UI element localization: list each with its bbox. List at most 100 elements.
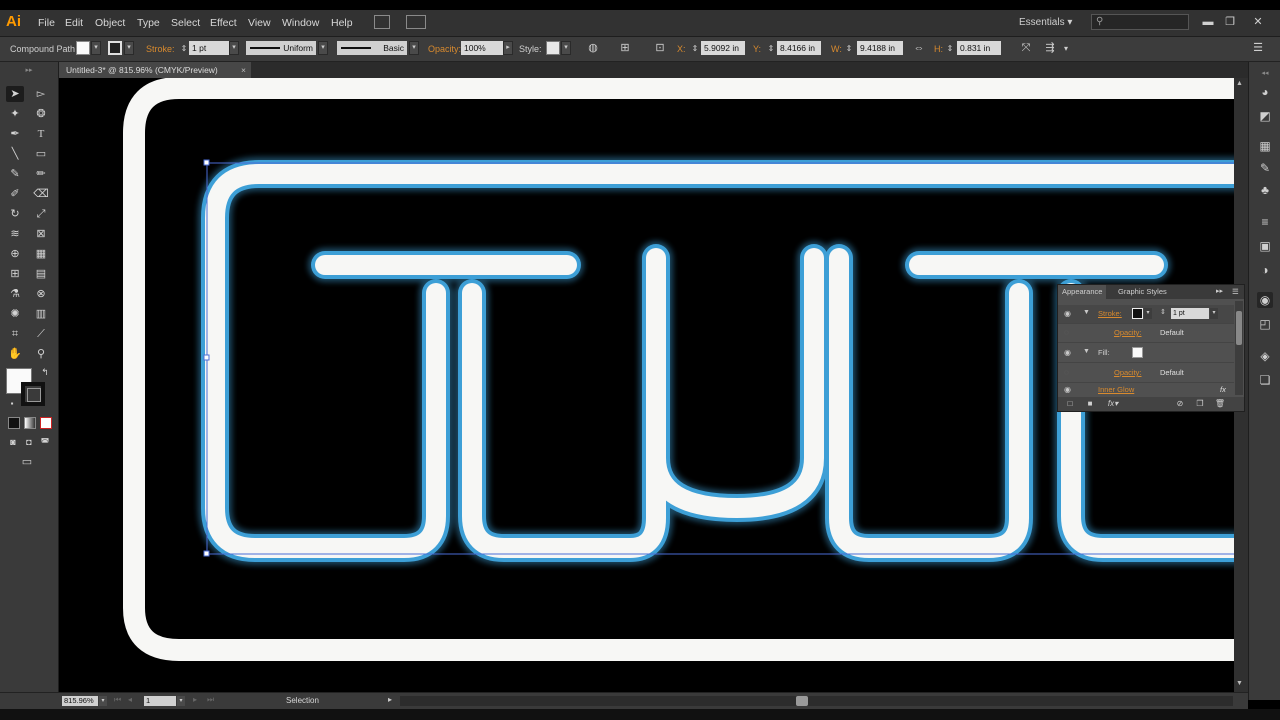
visibility-eye-icon[interactable]: ◌	[1064, 328, 1069, 337]
opacity-dropdown[interactable]: ▸	[503, 41, 513, 55]
search-input[interactable]: ⚲	[1091, 14, 1189, 30]
direct-selection-tool-icon[interactable]: ▻	[32, 86, 50, 102]
appearance-stroke-opacity-row[interactable]: ◌ Opacity: Default	[1058, 324, 1234, 343]
panel-menu-icon[interactable]: ☰	[1250, 41, 1266, 56]
expand-triangle-icon[interactable]: ▼	[1083, 309, 1090, 316]
gradient-tool-icon[interactable]: ▤	[32, 266, 50, 282]
visibility-eye-icon[interactable]: ◌	[1064, 368, 1069, 377]
symbol-sprayer-tool-icon[interactable]: ✺	[6, 306, 24, 322]
close-tab-icon[interactable]: ×	[241, 62, 246, 78]
none-mode-icon[interactable]	[40, 417, 52, 429]
x-label[interactable]: X:	[677, 44, 686, 54]
scroll-down-icon[interactable]: ▼	[1236, 680, 1243, 687]
rectangle-tool-icon[interactable]: ▭	[32, 146, 50, 162]
transform-icon[interactable]: ⤧	[1018, 41, 1034, 56]
brush-dropdown[interactable]: ▾	[409, 41, 419, 55]
magic-wand-tool-icon[interactable]: ✦	[6, 106, 24, 122]
recolor-artwork-icon[interactable]: ◍	[585, 41, 601, 56]
expand-triangle-icon[interactable]: ▼	[1083, 348, 1090, 355]
menu-select[interactable]: Select	[171, 17, 200, 29]
opacity-field[interactable]: 100%	[461, 41, 503, 55]
fill-dropdown[interactable]: ▾	[91, 41, 101, 55]
blend-tool-icon[interactable]: ⊗	[32, 286, 50, 302]
bbox-handle[interactable]	[203, 159, 210, 166]
appearance-scrollbar[interactable]	[1235, 301, 1243, 395]
add-new-stroke-icon[interactable]: □	[1064, 398, 1076, 410]
status-menu-icon[interactable]: ▸	[388, 695, 392, 704]
collapse-panel-icon[interactable]: ▸▸	[20, 63, 38, 79]
close-icon[interactable]: ✕	[1248, 13, 1268, 31]
isolate-group-icon[interactable]: ⇶	[1042, 41, 1058, 56]
artboards-panel-icon[interactable]: ❏	[1257, 372, 1273, 388]
first-artboard-icon[interactable]: ⏮	[114, 695, 121, 705]
clear-appearance-icon[interactable]: ⊘	[1174, 398, 1186, 410]
appearance-stroke-row[interactable]: ◉ ▼ Stroke: ▾ ⇕ 1 pt ▾	[1058, 305, 1234, 324]
visibility-eye-icon[interactable]: ◉	[1064, 309, 1071, 318]
h-stepper-icon[interactable]: ⇕	[942, 41, 958, 56]
column-graph-tool-icon[interactable]: ▥	[32, 306, 50, 322]
appearance-fill-opacity-row[interactable]: ◌ Opacity: Default	[1058, 364, 1234, 383]
zoom-dropdown[interactable]: ▾	[99, 696, 107, 706]
variable-width-dropdown[interactable]: ▾	[318, 41, 328, 55]
w-stepper-icon[interactable]: ⇕	[841, 41, 857, 56]
color-mode-icon[interactable]	[8, 417, 20, 429]
menu-help[interactable]: Help	[331, 17, 353, 29]
stroke-dropdown[interactable]: ▾	[124, 41, 134, 55]
add-new-fill-icon[interactable]: ■	[1084, 398, 1096, 410]
scroll-up-icon[interactable]: ▲	[1236, 80, 1243, 87]
free-transform-tool-icon[interactable]: ⊠	[32, 226, 50, 242]
stroke-attribute-label[interactable]: Stroke:	[1098, 309, 1122, 318]
perspective-grid-tool-icon[interactable]: ▦	[32, 246, 50, 262]
stroke-weight-field[interactable]: 1 pt	[1171, 308, 1209, 319]
stroke-stepper-icon[interactable]: ⇕	[1160, 308, 1166, 316]
stroke-weight-field[interactable]: 1 pt	[189, 41, 229, 55]
collapse-dock-icon[interactable]: ◂◂	[1257, 66, 1273, 82]
stroke-color-swatch[interactable]	[1132, 308, 1143, 319]
document-tab[interactable]: Untitled-3* @ 815.96% (CMYK/Preview) ×	[59, 62, 251, 78]
visibility-eye-icon[interactable]: ◉	[1064, 385, 1071, 394]
reference-point-icon[interactable]: ⊡	[652, 41, 668, 56]
y-field[interactable]: 8.4166 in	[777, 41, 821, 55]
artboard-field[interactable]: 1	[144, 696, 176, 706]
line-tool-icon[interactable]: ╲	[6, 146, 24, 162]
artboard-tool-icon[interactable]: ⌗	[6, 326, 24, 342]
opacity-label[interactable]: Opacity:	[1114, 328, 1142, 337]
lasso-tool-icon[interactable]: ❂	[32, 106, 50, 122]
artboard-dropdown[interactable]: ▾	[177, 696, 185, 706]
menu-type[interactable]: Type	[137, 17, 160, 29]
warp-tool-icon[interactable]: ≋	[6, 226, 24, 242]
swap-fill-stroke-icon[interactable]: ↰	[36, 364, 54, 380]
fill-attribute-label[interactable]: Fill:	[1098, 348, 1110, 357]
slice-tool-icon[interactable]: ⟋	[32, 326, 50, 342]
symbols-panel-icon[interactable]: ♣	[1257, 182, 1273, 198]
align-grid-icon[interactable]: ⊞	[617, 41, 633, 56]
isolate-dropdown-icon[interactable]: ▾	[1058, 41, 1074, 56]
menu-view[interactable]: View	[248, 17, 271, 29]
constrain-proportions-icon[interactable]: ⇔	[911, 41, 927, 56]
stroke-swatch[interactable]	[21, 382, 45, 406]
color-panel-icon[interactable]: ◕	[1257, 84, 1273, 100]
arrange-documents-icon[interactable]	[406, 15, 426, 29]
previous-artboard-icon[interactable]: ◂	[128, 695, 132, 704]
appearance-effect-row[interactable]: ◉ Inner Glow fx	[1058, 384, 1234, 395]
stroke-color-swatch[interactable]	[108, 41, 122, 55]
graphic-style-swatch[interactable]	[546, 41, 560, 55]
hand-tool-icon[interactable]: ✋	[6, 346, 24, 362]
menu-effect[interactable]: Effect	[210, 17, 237, 29]
shape-builder-tool-icon[interactable]: ⊕	[6, 246, 24, 262]
gradient-mode-icon[interactable]	[24, 417, 36, 429]
bbox-handle[interactable]	[203, 354, 210, 361]
stroke-weight-dropdown[interactable]: ▾	[229, 41, 239, 55]
menu-object[interactable]: Object	[95, 17, 125, 29]
fill-color-swatch[interactable]	[76, 41, 90, 55]
panel-expand-icon[interactable]: ▸▸	[1212, 285, 1227, 299]
eraser-tool-icon[interactable]: ⌫	[32, 186, 50, 202]
last-artboard-icon[interactable]: ⏭	[207, 695, 214, 705]
graphic-styles-panel-icon[interactable]: ◰	[1257, 316, 1273, 332]
fill-color-swatch[interactable]	[1132, 347, 1143, 358]
color-guide-icon[interactable]: ◩	[1257, 108, 1273, 124]
appearance-panel-icon[interactable]: ◉	[1257, 292, 1273, 308]
panel-menu-icon[interactable]: ☰	[1228, 285, 1243, 299]
appearance-scroll-thumb[interactable]	[1236, 311, 1242, 345]
delete-item-icon[interactable]: 🗑	[1214, 398, 1226, 410]
